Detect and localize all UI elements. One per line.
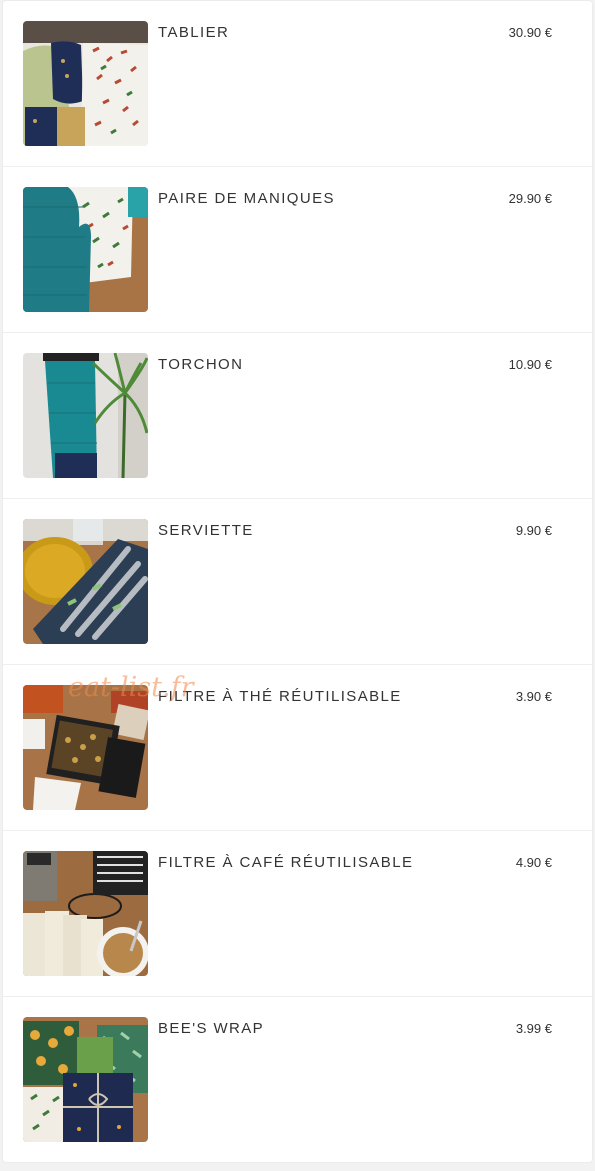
apron-photo — [23, 21, 148, 146]
product-price: 30.90 € — [508, 25, 552, 40]
bees-wrap-photo — [23, 1017, 148, 1142]
product-name: TABLIER — [158, 24, 230, 41]
product-price: 9.90 € — [515, 523, 552, 538]
product-item-serviette[interactable]: SERVIETTE 9.90 € — [3, 499, 592, 665]
product-name: TORCHON — [158, 356, 244, 373]
product-item-tablier[interactable]: TABLIER 30.90 € — [3, 1, 592, 167]
napkin-photo — [23, 519, 148, 644]
product-item-filtre-a-cafe[interactable]: FILTRE À CAFÉ RÉUTILISABLE 4.90 € — [3, 831, 592, 997]
oven-mitts-photo — [23, 187, 148, 312]
product-price: 3.99 € — [515, 1021, 552, 1036]
product-price: 3.90 € — [515, 689, 552, 704]
product-price: 4.90 € — [515, 855, 552, 870]
product-list: TABLIER 30.90 € PAIRE DE MANIQUES 29.90 … — [2, 0, 593, 1163]
tea-towel-photo — [23, 353, 148, 478]
product-item-torchon[interactable]: TORCHON 10.90 € — [3, 333, 592, 499]
product-item-filtre-a-the[interactable]: FILTRE À THÉ RÉUTILISABLE 3.90 € — [3, 665, 592, 831]
coffee-filter-photo — [23, 851, 148, 976]
product-price: 29.90 € — [508, 191, 552, 206]
product-name: PAIRE DE MANIQUES — [158, 190, 335, 207]
product-name: FILTRE À THÉ RÉUTILISABLE — [158, 688, 402, 705]
tea-filter-photo — [23, 685, 148, 810]
product-item-bees-wrap[interactable]: BEE'S WRAP 3.99 € — [3, 997, 592, 1163]
product-name: BEE'S WRAP — [158, 1020, 265, 1037]
product-name: FILTRE À CAFÉ RÉUTILISABLE — [158, 854, 414, 871]
product-item-paire-de-maniques[interactable]: PAIRE DE MANIQUES 29.90 € — [3, 167, 592, 333]
product-name: SERVIETTE — [158, 522, 254, 539]
product-price: 10.90 € — [508, 357, 552, 372]
